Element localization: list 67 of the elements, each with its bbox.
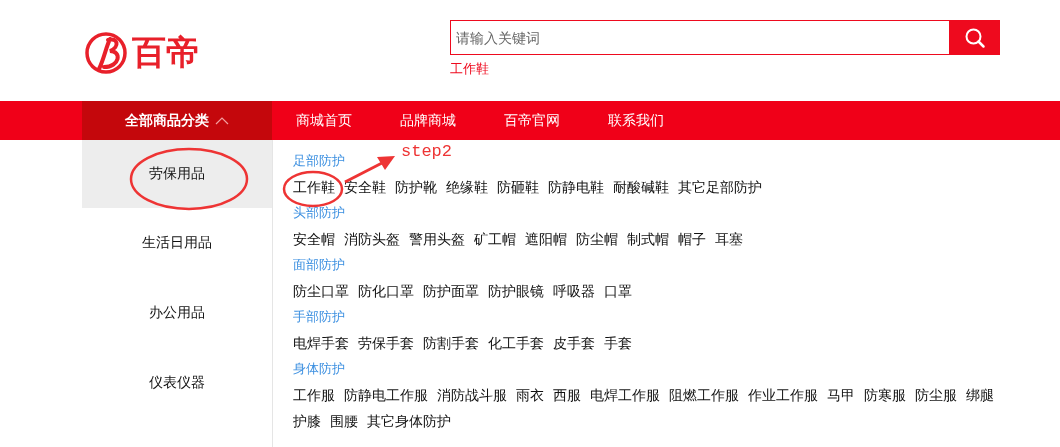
category-link[interactable]: 护膝 xyxy=(293,408,321,434)
category-link[interactable]: 防护眼镜 xyxy=(488,278,544,304)
category-link[interactable]: 防砸鞋 xyxy=(497,174,539,200)
category-title[interactable]: 身体防护 xyxy=(293,356,345,382)
category-link[interactable]: 耳塞 xyxy=(715,226,743,252)
logo-text: 百帝 xyxy=(132,32,200,73)
category-link[interactable]: 安全鞋 xyxy=(344,174,386,200)
category-menu-button[interactable]: 全部商品分类 xyxy=(82,101,272,140)
sidebar-item[interactable]: 仪表仪器 xyxy=(82,348,272,418)
category-link[interactable]: 工作服 xyxy=(293,382,335,408)
category-link[interactable]: 阻燃工作服 xyxy=(669,382,739,408)
category-link[interactable]: 其它身体防护 xyxy=(367,408,451,434)
category-link[interactable]: 西服 xyxy=(553,382,581,408)
annotation-label: step2 xyxy=(401,142,452,161)
nav-link[interactable]: 商城首页 xyxy=(296,111,376,130)
category-link[interactable]: 防寒服 xyxy=(864,382,906,408)
category-title[interactable]: 头部防护 xyxy=(293,200,345,226)
search-button[interactable] xyxy=(950,20,1000,55)
category-link[interactable]: 马甲 xyxy=(827,382,855,408)
caret-icon xyxy=(215,116,229,125)
category-link[interactable]: 防护面罩 xyxy=(423,278,479,304)
category-link[interactable]: 防护靴 xyxy=(395,174,437,200)
category-link[interactable]: 口罩 xyxy=(604,278,632,304)
sidebar-item[interactable]: 劳保用品 xyxy=(82,140,272,208)
category-link[interactable]: 耐酸碱鞋 xyxy=(613,174,669,200)
category-link[interactable]: 绑腿 xyxy=(966,382,994,408)
category-link[interactable]: 雨衣 xyxy=(516,382,544,408)
sidebar-item[interactable]: 生活日用品 xyxy=(82,208,272,278)
category-link[interactable]: 化工手套 xyxy=(488,330,544,356)
category-link[interactable]: 消防头盔 xyxy=(344,226,400,252)
category-link[interactable]: 警用头盔 xyxy=(409,226,465,252)
category-link[interactable]: 绝缘鞋 xyxy=(446,174,488,200)
category-link[interactable]: 手套 xyxy=(604,330,632,356)
search-field[interactable]: 请输入关键词 xyxy=(450,20,950,55)
category-link[interactable]: 防静电鞋 xyxy=(548,174,604,200)
category-link[interactable]: 电焊工作服 xyxy=(590,382,660,408)
category-link[interactable]: 制式帽 xyxy=(627,226,669,252)
category-link[interactable]: 防静电工作服 xyxy=(344,382,428,408)
category-link[interactable]: 皮手套 xyxy=(553,330,595,356)
category-link[interactable]: 防割手套 xyxy=(423,330,479,356)
category-link[interactable]: 防尘帽 xyxy=(576,226,618,252)
category-link[interactable]: 矿工帽 xyxy=(474,226,516,252)
category-link[interactable]: 防尘口罩 xyxy=(293,278,349,304)
category-link[interactable]: 电焊手套 xyxy=(293,330,349,356)
category-link[interactable]: 围腰 xyxy=(330,408,358,434)
category-title[interactable]: 面部防护 xyxy=(293,252,345,278)
search-icon xyxy=(964,26,986,49)
category-link[interactable]: 工作鞋 xyxy=(293,174,335,200)
category-link[interactable]: 消防战斗服 xyxy=(437,382,507,408)
category-link[interactable]: 帽子 xyxy=(678,226,706,252)
logo-icon xyxy=(84,31,128,75)
hot-keyword-link[interactable]: 工作鞋 xyxy=(450,61,489,76)
category-title[interactable]: 手部防护 xyxy=(293,304,345,330)
category-link[interactable]: 安全帽 xyxy=(293,226,335,252)
category-link[interactable]: 防尘服 xyxy=(915,382,957,408)
nav-link[interactable]: 百帝官网 xyxy=(504,111,584,130)
category-link[interactable]: 呼吸器 xyxy=(553,278,595,304)
category-link[interactable]: 其它足部防护 xyxy=(678,174,762,200)
category-link[interactable]: 防化口罩 xyxy=(358,278,414,304)
annotation-ellipse xyxy=(282,170,344,208)
category-title[interactable]: 足部防护 xyxy=(293,148,345,174)
category-link[interactable]: 作业工作服 xyxy=(748,382,818,408)
nav-link[interactable]: 联系我们 xyxy=(608,111,688,130)
nav-link[interactable]: 品牌商城 xyxy=(400,111,480,130)
sidebar-item[interactable]: 办公用品 xyxy=(82,278,272,348)
category-link[interactable]: 劳保手套 xyxy=(358,330,414,356)
category-link[interactable]: 遮阳帽 xyxy=(525,226,567,252)
